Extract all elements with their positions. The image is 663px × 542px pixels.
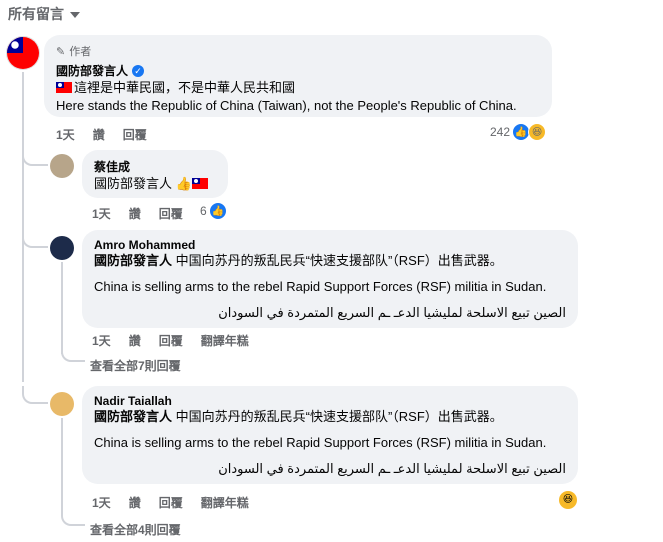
reply-text-ar: الصين تبيع الاسلحة لمليشيا الدعـ ـم السر…	[218, 461, 566, 476]
taiwan-flag-icon	[191, 178, 208, 189]
author-tag: ✎ 作者	[56, 43, 540, 59]
reply-author-name: 蔡佳成	[94, 158, 216, 175]
main-comment-actions: 1天 讚 回覆	[56, 126, 165, 143]
translate-button[interactable]: 翻譯年糕	[201, 332, 249, 349]
thread-branch	[22, 230, 48, 248]
thread-branch	[22, 386, 48, 404]
main-comment-bubble: ✎ 作者 國防部發言人 ✓ 這裡是中華民國，不是中華人民共和國 Here sta…	[44, 35, 552, 117]
main-comment-line-zh: 這裡是中華民國，不是中華人民共和國	[56, 79, 540, 97]
timestamp[interactable]: 1天	[92, 205, 111, 222]
reaction-count: 242	[490, 125, 511, 139]
like-button[interactable]: 讚	[129, 494, 141, 511]
main-comment-line-en: Here stands the Republic of China (Taiwa…	[56, 98, 517, 113]
reply-text-en: China is selling arms to the rebel Rapid…	[94, 279, 547, 294]
reply-button[interactable]: 回覆	[123, 126, 147, 143]
like-button[interactable]: 讚	[93, 126, 105, 143]
reply-author-name[interactable]: Amro Mohammed	[94, 238, 566, 252]
reply-actions: 1天 讚 回覆 翻譯年糕	[92, 332, 267, 349]
reaction-summary[interactable]: 6 👍	[200, 202, 227, 220]
caret-down-icon	[70, 12, 80, 18]
thumbs-up-emoji-icon: 👍	[175, 176, 192, 191]
reply-button[interactable]: 回覆	[159, 332, 183, 349]
thread-line	[22, 72, 24, 382]
reaction-count: 6	[200, 204, 207, 218]
haha-reaction-icon: 😆	[528, 123, 547, 141]
reply-text-line-zh: 國防部發言人 中国向苏丹的叛乱民兵“快速支援部队”（RSF）出售武器。	[94, 408, 566, 426]
reply-button[interactable]: 回覆	[159, 205, 183, 222]
author-tag-label: 作者	[69, 46, 92, 58]
avatar-reply-1[interactable]	[50, 154, 74, 178]
reply-text: 國防部發言人	[94, 176, 173, 191]
reply-actions: 1天 讚 回覆 翻譯年糕	[92, 494, 267, 511]
reply-actions: 1天 讚 回覆	[92, 205, 201, 222]
like-button[interactable]: 讚	[129, 332, 141, 349]
translate-button[interactable]: 翻譯年糕	[201, 494, 249, 511]
thread-line	[61, 262, 63, 354]
thread-branch	[22, 150, 48, 166]
main-author-name-row: 國防部發言人 ✓	[56, 62, 540, 79]
taiwan-flag-icon	[56, 82, 72, 93]
timestamp[interactable]: 1天	[56, 126, 75, 143]
thread-branch	[61, 348, 85, 362]
reaction-summary[interactable]: 242 👍 😆	[490, 123, 547, 141]
reply-text-en: China is selling arms to the rebel Rapid…	[94, 435, 547, 450]
reply-author-link[interactable]: 蔡佳成	[94, 158, 130, 175]
view-all-replies-link[interactable]: 查看全部4則回覆	[90, 521, 181, 538]
sort-label: 所有留言	[8, 6, 64, 22]
like-reaction-icon: 👍	[208, 202, 227, 220]
thread-line	[61, 418, 63, 516]
view-all-replies-link[interactable]: 查看全部7則回覆	[90, 357, 181, 374]
reply-bubble: Nadir Taiallah 國防部發言人 中国向苏丹的叛乱民兵“快速支援部队”…	[82, 386, 578, 484]
like-button[interactable]: 讚	[129, 205, 141, 222]
reply-text-line: 國防部發言人 👍	[94, 175, 216, 193]
reply-text-zh: 中国向苏丹的叛乱民兵“快速支援部队”（RSF）出售武器。	[175, 253, 503, 268]
mention-link[interactable]: 國防部發言人	[94, 409, 172, 424]
pencil-icon: ✎	[56, 45, 66, 58]
reply-text-zh: 中国向苏丹的叛乱民兵“快速支援部队”（RSF）出售武器。	[175, 409, 503, 424]
mention-link[interactable]: 國防部發言人	[94, 253, 172, 268]
reply-text-line-zh: 國防部發言人 中国向苏丹的叛乱民兵“快速支援部队”（RSF）出售武器。	[94, 252, 566, 270]
thread-branch	[61, 512, 85, 526]
reply-button[interactable]: 回覆	[159, 494, 183, 511]
main-author-name[interactable]: 國防部發言人	[56, 62, 128, 79]
reply-text-ar: الصين تبيع الاسلحة لمليشيا الدعـ ـم السر…	[218, 305, 566, 320]
reply-bubble: 蔡佳成 國防部發言人 👍	[82, 150, 228, 198]
reply-bubble: Amro Mohammed 國防部發言人 中国向苏丹的叛乱民兵“快速支援部队”（…	[82, 230, 578, 328]
timestamp[interactable]: 1天	[92, 494, 111, 511]
avatar-reply-2[interactable]	[50, 236, 74, 260]
comment-sort-dropdown[interactable]: 所有留言	[8, 4, 80, 24]
main-comment-text-zh: 這裡是中華民國，不是中華人民共和國	[74, 80, 296, 95]
haha-reaction-icon[interactable]: 😆	[559, 491, 577, 509]
avatar-reply-3[interactable]	[50, 392, 74, 416]
reply-author-name[interactable]: Nadir Taiallah	[94, 394, 566, 408]
verified-badge-icon: ✓	[132, 64, 145, 77]
avatar-main-author[interactable]	[6, 36, 40, 70]
timestamp[interactable]: 1天	[92, 332, 111, 349]
